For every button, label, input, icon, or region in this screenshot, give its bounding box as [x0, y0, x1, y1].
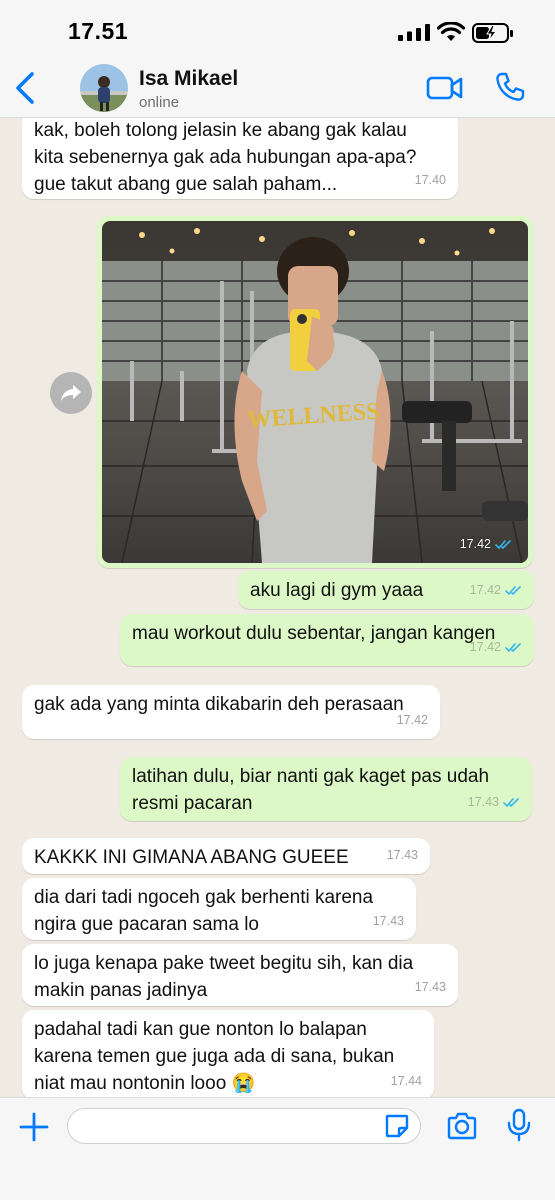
read-ticks-icon [503, 798, 519, 808]
message-bubble-incoming[interactable]: padahal tadi kan gue nonton lo balapan k… [22, 1010, 434, 1097]
message-text: lo juga kenapa pake tweet begitu sih, ka… [34, 953, 414, 1001]
message-time: 17.43 [414, 980, 446, 994]
battery-icon [472, 23, 513, 43]
message-meta: 17.44 [391, 1068, 422, 1095]
avatar[interactable] [80, 64, 128, 112]
contact-status: online [139, 94, 180, 111]
message-bubble-incoming[interactable]: kak, boleh tolong jelasin ke abang gak k… [22, 118, 458, 199]
message-meta: 17.42 [470, 634, 522, 661]
forward-button[interactable] [50, 372, 92, 414]
message-text: gak ada yang minta dikabarin deh perasaa… [34, 694, 404, 715]
message-time: 17.43 [467, 795, 499, 809]
gym-photo[interactable]: WELLNESS 17.42 [102, 221, 528, 563]
photo-message[interactable]: WELLNESS 17.42 [97, 216, 533, 568]
message-time: 17.40 [414, 173, 446, 187]
message-text: dia dari tadi ngoceh gak berhenti karena… [34, 887, 374, 935]
message-text: padahal tadi kan gue nonton lo balapan k… [34, 1019, 395, 1094]
message-time: 17.42 [469, 583, 501, 597]
message-text: mau workout dulu sebentar, jangan kangen [132, 623, 496, 644]
status-time: 17.51 [68, 18, 129, 44]
message-bubble-incoming[interactable]: dia dari tadi ngoceh gak berhenti karena… [22, 878, 416, 940]
message-bubble-outgoing[interactable]: aku lagi di gym yaaa 17.42 [238, 571, 534, 609]
sticker-icon[interactable] [384, 1113, 410, 1139]
composer-bar [0, 1097, 555, 1200]
message-time: 17.42 [459, 537, 491, 551]
message-bubble-incoming[interactable]: gak ada yang minta dikabarin deh perasaa… [22, 685, 440, 739]
read-ticks-icon [505, 586, 521, 596]
back-chevron-icon[interactable] [12, 70, 40, 106]
message-text: KAKKK INI GIMANA ABANG GUEEE [34, 847, 349, 868]
message-input[interactable] [67, 1108, 421, 1144]
read-ticks-icon [505, 643, 521, 653]
camera-icon[interactable] [446, 1112, 478, 1140]
microphone-icon[interactable] [507, 1108, 531, 1142]
message-meta: 17.40 [415, 167, 446, 194]
message-time: 17.43 [372, 914, 404, 928]
message-time: 17.44 [390, 1074, 422, 1088]
plus-icon[interactable] [19, 1112, 49, 1142]
phone-icon[interactable] [494, 71, 526, 103]
forward-icon [61, 385, 81, 401]
message-time: 17.43 [386, 848, 418, 862]
wifi-icon [437, 22, 465, 41]
signal-icon [398, 24, 430, 41]
message-meta: 17.42 [470, 577, 522, 604]
message-meta: 17.42 [397, 707, 428, 734]
video-call-icon[interactable] [426, 74, 464, 102]
message-time: 17.42 [469, 640, 501, 654]
message-bubble-incoming[interactable]: KAKKK INI GIMANA ABANG GUEEE 17.43 [22, 838, 430, 874]
message-text: latihan dulu, biar nanti gak kaget pas u… [132, 766, 490, 814]
message-text: kak, boleh tolong jelasin ke abang gak k… [34, 120, 417, 195]
message-meta: 17.43 [373, 908, 404, 935]
message-bubble-incoming[interactable]: lo juga kenapa pake tweet begitu sih, ka… [22, 944, 458, 1006]
contact-name[interactable]: Isa Mikael [139, 67, 238, 91]
message-meta: 17.43 [415, 974, 446, 1001]
message-meta: 17.43 [468, 789, 520, 816]
message-time: 17.42 [396, 713, 428, 727]
message-meta: 17.42 [460, 537, 512, 551]
read-ticks-icon [495, 539, 511, 549]
message-bubble-outgoing[interactable]: latihan dulu, biar nanti gak kaget pas u… [120, 757, 532, 821]
message-bubble-outgoing[interactable]: mau workout dulu sebentar, jangan kangen… [120, 614, 534, 666]
top-bar: 17.51 Isa Mikael online [0, 0, 555, 118]
message-meta: 17.43 [387, 842, 418, 869]
chat-area: kak, boleh tolong jelasin ke abang gak k… [0, 118, 555, 1097]
